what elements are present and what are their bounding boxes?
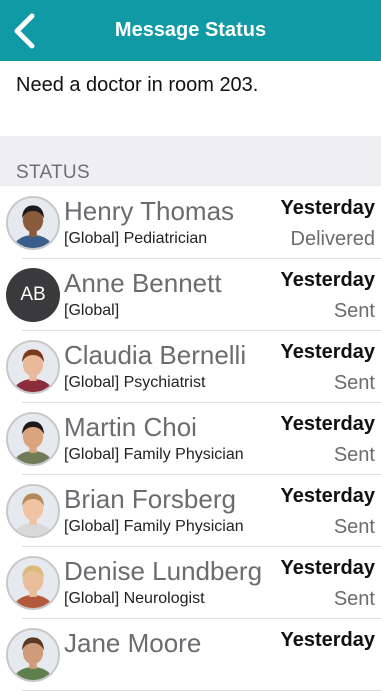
status-time: Yesterday xyxy=(280,413,375,435)
avatar-photo xyxy=(6,196,60,250)
recipient-name: Henry Thomas xyxy=(64,196,235,226)
recipient-row[interactable]: Henry Thomas [Global] Pediatrician Yesterd… xyxy=(0,187,381,259)
recipient-name: Claudia Bernelli xyxy=(64,340,247,370)
status-time: Yesterday xyxy=(280,485,375,507)
delivery-status: Sent xyxy=(333,372,375,394)
status-time: Yesterday xyxy=(280,629,375,651)
recipient-name: Brian Forsberg xyxy=(64,484,236,514)
message-preview: Need a doctor in room 203. xyxy=(0,61,381,136)
status-time: Yesterday xyxy=(280,269,375,291)
delivery-status: Delivered xyxy=(290,228,375,250)
recipient-name: Anne Bennett xyxy=(64,268,222,298)
recipient-role: [Global] Family Physician xyxy=(64,446,244,463)
section-label: STATUS xyxy=(16,162,90,183)
recipient-row[interactable]: Martin Choi [Global] Family Physician Yest… xyxy=(0,403,381,475)
delivery-status: Sent xyxy=(333,516,375,538)
recipient-row[interactable]: Denise Lundberg [Global] Neurologist Yeste… xyxy=(0,547,381,619)
recipient-role: [Global] Neurologist xyxy=(64,590,205,607)
message-text: Need a doctor in room 203. xyxy=(16,74,259,96)
status-time: Yesterday xyxy=(280,341,375,363)
avatar-photo xyxy=(6,556,60,610)
recipient-row[interactable]: AB Anne Bennett [Global] Yesterday Sent xyxy=(0,259,381,331)
recipient-row[interactable]: Brian Forsberg [Global] Family Physician Y… xyxy=(0,475,381,547)
recipient-role: [Global] Family Physician xyxy=(64,518,244,535)
recipient-role: [Global] Pediatrician xyxy=(64,230,208,247)
recipient-list: Henry Thomas [Global] Pediatrician Yesterd… xyxy=(0,187,381,691)
delivery-status: Sent xyxy=(333,588,375,610)
avatar-photo xyxy=(6,340,60,394)
page-title: Message Status xyxy=(114,19,267,41)
avatar-photo xyxy=(6,412,60,466)
recipient-name: Denise Lundberg xyxy=(64,556,263,586)
app-header: Message Status xyxy=(0,0,381,61)
recipient-name: Jane Moore xyxy=(64,628,202,658)
recipient-role: [Global] Psychiatrist xyxy=(64,374,206,391)
avatar-photo xyxy=(6,628,60,682)
delivery-status: Sent xyxy=(333,444,375,466)
avatar-photo xyxy=(6,484,60,538)
delivery-status: Sent xyxy=(333,300,375,322)
recipient-row[interactable]: Jane Moore Yesterday xyxy=(0,619,381,691)
avatar-initials: AB xyxy=(6,268,60,322)
recipient-row[interactable]: Claudia Bernelli [Global] Psychiatrist Yes… xyxy=(0,331,381,403)
status-time: Yesterday xyxy=(280,557,375,579)
status-time: Yesterday xyxy=(280,197,375,219)
recipient-name: Martin Choi xyxy=(64,412,197,442)
recipient-role: [Global] xyxy=(64,302,120,319)
